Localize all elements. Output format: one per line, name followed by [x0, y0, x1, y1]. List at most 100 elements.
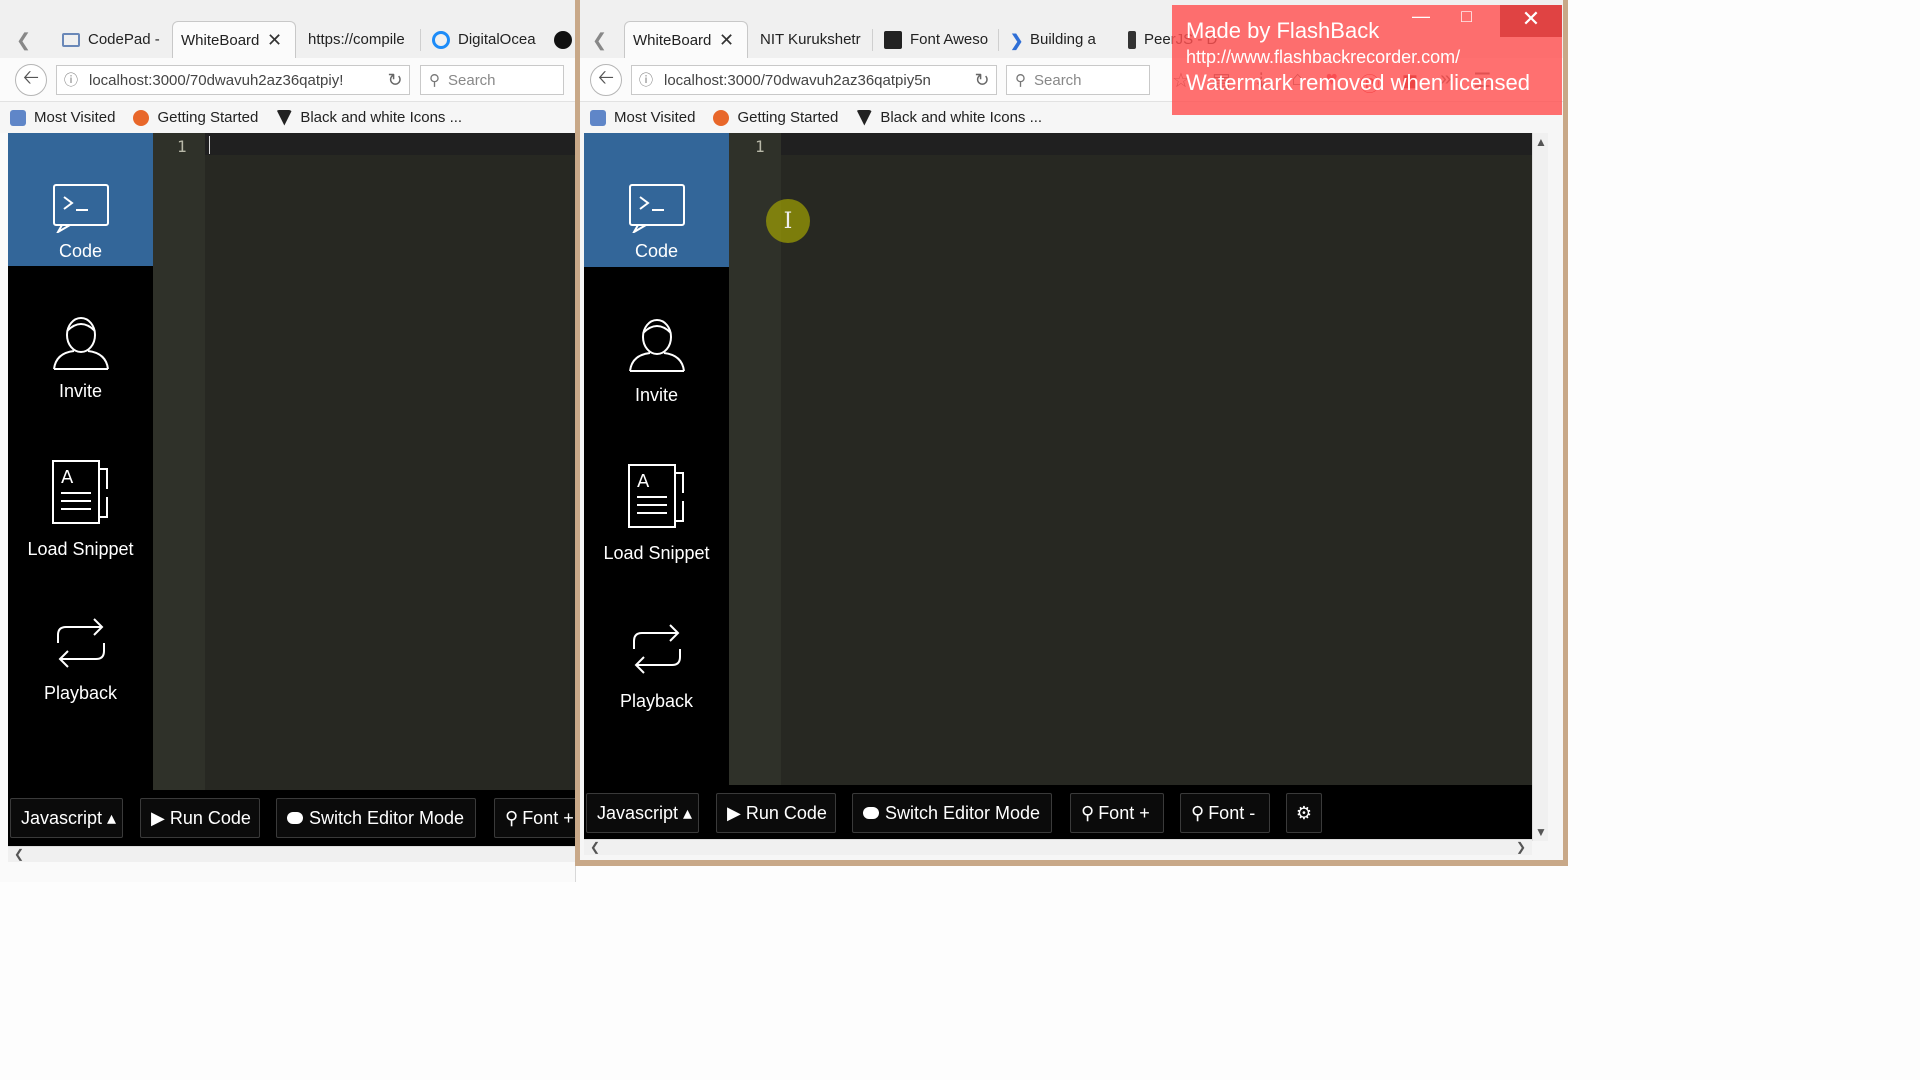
switch-mode-label: Switch Editor Mode	[309, 807, 465, 828]
nav-bar: 🡠 ⓘ localhost:3000/70dwavuh2az36qatpiy! …	[0, 58, 575, 102]
code-editor[interactable]	[205, 155, 575, 790]
info-icon[interactable]: ⓘ	[57, 70, 85, 90]
search-icon: ⚲	[429, 72, 440, 89]
scroll-up-arrow-icon[interactable]: ▲	[1535, 135, 1547, 149]
minimize-icon[interactable]: —	[1412, 5, 1430, 28]
language-dropdown[interactable]: Javascript ▴	[586, 793, 699, 833]
bookmark-icons[interactable]: Black and white Icons ...	[276, 109, 462, 126]
sidebar-item-code[interactable]: Code	[584, 133, 729, 267]
tab-github[interactable]	[546, 21, 575, 58]
font-plus-label: Font +	[522, 807, 574, 828]
scroll-left-arrow-icon[interactable]: ❮	[14, 847, 24, 861]
run-code-label: ▶ Run Code	[151, 807, 251, 828]
switch-mode-label: Switch Editor Mode	[885, 802, 1041, 823]
zoom-out-icon: ⚲	[1191, 802, 1205, 823]
sidebar-item-playback[interactable]: Playback	[584, 621, 729, 721]
scroll-left-arrow-icon[interactable]: ❮	[590, 840, 600, 854]
tab-font-awesome[interactable]: Font Aweso	[876, 21, 994, 58]
scroll-down-arrow-icon[interactable]: ▼	[1535, 825, 1547, 839]
sidebar-item-load-snippet[interactable]: A Load Snippet	[8, 459, 153, 569]
code-editor[interactable]	[781, 155, 1532, 785]
firefox-icon	[713, 109, 730, 126]
sidebar-item-label: Playback	[619, 691, 694, 711]
active-line	[781, 133, 1532, 155]
most-visited-icon	[10, 109, 26, 126]
search-input[interactable]: ⚲ Search	[1006, 65, 1150, 95]
tab-whiteboard[interactable]: WhiteBoard ✕	[172, 21, 296, 58]
back-button[interactable]: 🡠	[15, 64, 47, 96]
run-code-label: ▶ Run Code	[727, 802, 827, 823]
bookmark-label: Getting Started	[737, 109, 839, 126]
font-minus-button[interactable]: ⚲ Font -	[1180, 793, 1270, 833]
document-icon: A	[51, 460, 108, 524]
horizontal-scrollbar[interactable]: ❮	[8, 846, 575, 862]
text-caret	[209, 136, 210, 154]
editor-toolbar: Javascript ▴ ▶ Run Code Switch Editor Mo…	[584, 785, 1532, 841]
tab-label: WhiteBoard	[181, 31, 259, 49]
text-cursor-icon: I	[783, 208, 793, 234]
editor-toolbar: Javascript ▴ ▶ Run Code Switch Editor Mo…	[8, 790, 575, 850]
switch-editor-mode-button[interactable]: Switch Editor Mode	[852, 793, 1052, 833]
language-dropdown[interactable]: Javascript ▴	[10, 798, 123, 838]
window-close-button[interactable]: ✕	[1500, 5, 1562, 37]
run-code-button[interactable]: ▶ Run Code	[716, 793, 836, 833]
plug-icon	[1128, 30, 1136, 49]
line-number: 1	[177, 137, 187, 156]
line-number: 1	[755, 137, 765, 156]
sidebar-item-load-snippet[interactable]: A Load Snippet	[584, 463, 729, 573]
maximize-icon[interactable]: □	[1461, 5, 1472, 28]
tab-compile[interactable]: https://compile	[300, 21, 416, 58]
settings-button[interactable]: ⚙	[1286, 793, 1322, 833]
reload-icon[interactable]: ↻	[381, 70, 409, 91]
font-plus-button[interactable]: ⚲ Font +	[494, 798, 575, 838]
sidebar: Code Invite A Load Snippet Playback	[8, 133, 153, 844]
run-code-button[interactable]: ▶ Run Code	[140, 798, 260, 838]
bookmark-getting-started[interactable]: Getting Started	[133, 109, 258, 126]
whiteboard-app: Code Invite A Load Snippet Playback 1	[584, 133, 1532, 785]
toggle-icon	[287, 812, 303, 824]
bookmark-label: Most Visited	[34, 109, 116, 126]
scroll-right-arrow-icon[interactable]: ❯	[1516, 840, 1526, 854]
info-icon[interactable]: ⓘ	[632, 70, 660, 90]
tab-whiteboard[interactable]: WhiteBoard ✕	[624, 21, 748, 58]
flag-icon	[884, 30, 902, 49]
bookmark-getting-started[interactable]: Getting Started	[713, 109, 838, 126]
sidebar-item-invite[interactable]: Invite	[8, 313, 153, 413]
switch-editor-mode-button[interactable]: Switch Editor Mode	[276, 798, 476, 838]
bookmark-most-visited[interactable]: Most Visited	[10, 109, 115, 126]
tab-nit[interactable]: NIT Kurukshetr	[752, 21, 868, 58]
close-icon[interactable]: ✕	[719, 30, 734, 51]
sidebar-item-playback[interactable]: Playback	[8, 615, 153, 715]
url-bar[interactable]: ⓘ localhost:3000/70dwavuh2az36qatpiy! ↻	[56, 65, 410, 95]
close-icon[interactable]: ✕	[267, 30, 282, 51]
font-plus-label: Font +	[1098, 802, 1150, 823]
zoom-in-icon: ⚲	[1081, 802, 1095, 823]
toggle-icon	[863, 807, 879, 819]
tab-strip: ❮ CodePad - WhiteBoard ✕ https://compile…	[0, 0, 575, 58]
font-plus-button[interactable]: ⚲ Font +	[1070, 793, 1164, 833]
vertical-scrollbar[interactable]: ▲ ▼	[1532, 133, 1548, 841]
bookmark-icons[interactable]: Black and white Icons ...	[856, 109, 1042, 126]
reload-icon[interactable]: ↻	[968, 70, 996, 91]
zoom-in-icon: ⚲	[505, 807, 519, 828]
sidebar-item-label: Invite	[58, 381, 103, 401]
bookmark-label: Black and white Icons ...	[880, 109, 1043, 126]
sidebar-item-label: Load Snippet	[603, 543, 710, 563]
tab-digitalocean[interactable]: DigitalOcea	[424, 21, 536, 58]
search-placeholder: Search	[1034, 71, 1082, 89]
search-icon: ⚲	[1015, 72, 1026, 89]
back-button[interactable]: 🡠	[590, 64, 622, 96]
tab-codepad[interactable]: CodePad -	[54, 21, 166, 58]
tab-scroll-left-icon[interactable]: ❮	[592, 30, 607, 51]
tab-scroll-left-icon[interactable]: ❮	[16, 30, 31, 51]
svg-text:A: A	[61, 467, 74, 488]
bookmark-most-visited[interactable]: Most Visited	[590, 109, 695, 126]
search-placeholder: Search	[448, 71, 496, 89]
sidebar-item-code[interactable]: Code	[8, 133, 153, 266]
horizontal-scrollbar[interactable]: ❮ ❯	[584, 839, 1532, 855]
url-bar[interactable]: ⓘ localhost:3000/70dwavuh2az36qatpiy5n ↻	[631, 65, 997, 95]
search-input[interactable]: ⚲ Search	[420, 65, 564, 95]
sidebar-item-invite[interactable]: Invite	[584, 315, 729, 415]
tab-building[interactable]: ❯ Building a	[1002, 21, 1112, 58]
repeat-icon	[56, 618, 105, 668]
